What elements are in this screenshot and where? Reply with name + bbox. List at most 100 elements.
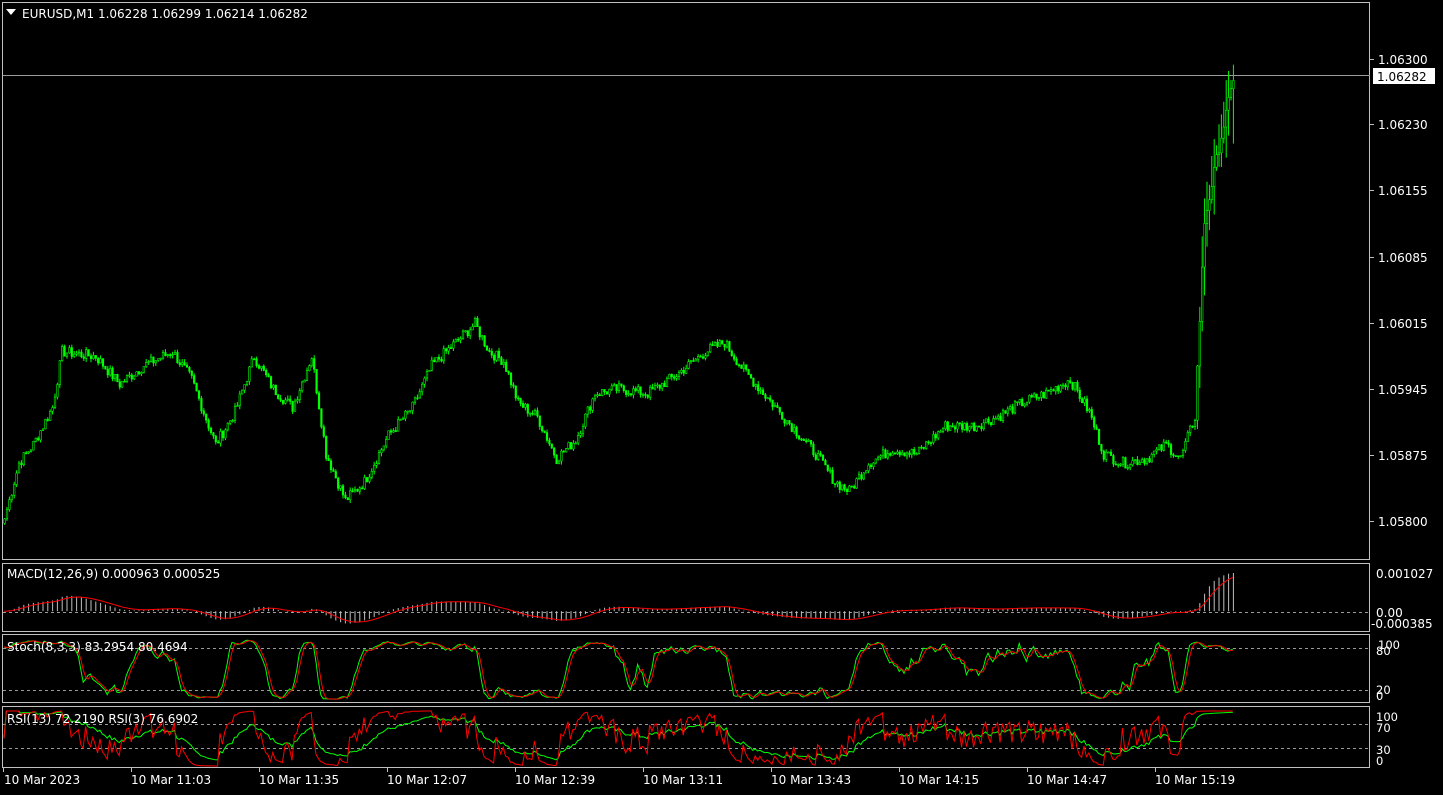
candle-body <box>409 410 412 412</box>
candle-body <box>380 449 383 454</box>
candle-body <box>401 418 405 420</box>
candle-body <box>836 481 839 485</box>
candle-body <box>1196 365 1199 421</box>
candle-body <box>82 356 85 359</box>
candle-body <box>716 341 719 347</box>
candle-body <box>932 434 935 443</box>
candle-body <box>961 423 964 430</box>
candle-body <box>214 435 217 443</box>
candle-body <box>1181 450 1185 456</box>
candle-body <box>147 361 150 363</box>
candle-body <box>1160 444 1163 451</box>
candle-body <box>682 369 685 374</box>
candle-body <box>1157 444 1161 450</box>
candle-body <box>658 384 661 389</box>
candle-body <box>939 431 942 433</box>
candle-body <box>531 412 534 415</box>
candle-body <box>728 341 731 352</box>
candle-body <box>202 410 205 415</box>
candle-body <box>361 487 364 490</box>
candle-body <box>154 360 157 364</box>
candle-body <box>382 445 385 451</box>
candle-body <box>404 410 407 419</box>
candle-body <box>661 382 664 389</box>
candle-body <box>245 381 249 385</box>
candle-body <box>1061 384 1065 387</box>
candle-body <box>725 341 729 348</box>
candle-body <box>881 449 885 457</box>
candle-body <box>1004 410 1007 414</box>
candle-body <box>1107 451 1110 454</box>
candle-body <box>908 452 911 455</box>
candle-body <box>25 452 28 455</box>
candle-body <box>481 335 484 338</box>
candle-body <box>346 497 349 501</box>
candle-body <box>29 449 33 453</box>
candle-body <box>790 423 793 432</box>
candle-body <box>418 391 421 399</box>
candle-body <box>3 518 6 524</box>
candle-body <box>301 381 304 391</box>
candle-body <box>207 419 210 429</box>
candle-body <box>303 380 306 383</box>
candle-body <box>925 441 928 449</box>
candle-body <box>437 356 441 360</box>
candle-body <box>557 460 561 465</box>
time-tick: 10 Mar 12:07 <box>387 773 467 787</box>
candle-body <box>785 420 789 424</box>
candle-body <box>591 398 594 411</box>
candle-body <box>243 384 246 391</box>
candle-body <box>137 371 141 375</box>
candle-body <box>824 460 827 466</box>
candle-body <box>135 371 138 377</box>
time-tick: 10 Mar 11:03 <box>131 773 211 787</box>
candle-body <box>317 392 321 410</box>
candle-body <box>584 413 587 427</box>
candle-body <box>231 420 234 422</box>
candle-body <box>279 398 282 401</box>
candle-body <box>1126 467 1129 469</box>
candle-body <box>61 346 64 361</box>
candle-body <box>478 326 481 338</box>
candle-body <box>1203 223 1206 268</box>
candle-body <box>699 355 702 358</box>
candle-body <box>313 358 316 370</box>
candle-body <box>937 431 940 439</box>
price-tick: 1.06015 <box>1378 317 1428 331</box>
time-tick: 10 Mar 13:11 <box>643 773 723 787</box>
candle-body <box>670 374 673 378</box>
candle-body <box>970 422 973 427</box>
candle-body <box>1093 417 1096 428</box>
candle-body <box>1057 386 1060 392</box>
candle-body <box>1071 382 1074 390</box>
candle-body <box>857 474 861 479</box>
candle-body <box>651 386 654 390</box>
trading-chart[interactable]: EURUSD,M1 1.06228 1.06299 1.06214 1.0628… <box>0 0 1443 795</box>
candle-body <box>1138 462 1141 465</box>
time-tick: 10 Mar 14:47 <box>1027 773 1107 787</box>
candle-body <box>637 386 640 391</box>
candle-body <box>221 431 225 439</box>
candle-body <box>1085 398 1089 412</box>
candle-body <box>305 370 309 381</box>
candle-body <box>524 403 527 408</box>
candle-body <box>226 422 229 431</box>
candle-body <box>111 367 114 380</box>
candle-body <box>389 430 393 433</box>
candle-body <box>819 453 822 456</box>
candle-body <box>118 381 121 388</box>
candle-body <box>471 326 474 331</box>
candle-body <box>325 435 328 459</box>
candle-body <box>17 462 21 474</box>
candle-body <box>771 399 774 408</box>
candle-body <box>308 365 311 371</box>
candle-body <box>574 442 577 445</box>
stoch-tick: 80 <box>1376 644 1391 658</box>
time-tick: 10 Mar 11:35 <box>259 773 339 787</box>
candle-body <box>625 390 628 395</box>
candle-body <box>1037 397 1041 399</box>
candle-body <box>929 442 933 444</box>
candle-body <box>1097 428 1101 445</box>
candle-body <box>44 419 47 430</box>
candle-body <box>291 400 294 412</box>
